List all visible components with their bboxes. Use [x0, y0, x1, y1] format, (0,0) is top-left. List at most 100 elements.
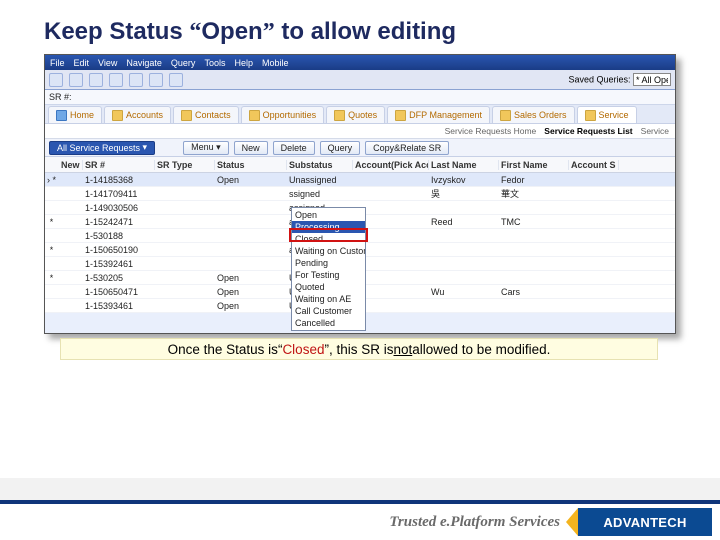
menu-help[interactable]: Help — [234, 58, 253, 68]
col-srtype[interactable]: SR Type — [155, 160, 215, 170]
col-lastname[interactable]: Last Name — [429, 160, 499, 170]
tab-label: Home — [70, 110, 94, 120]
cell: * — [45, 245, 59, 255]
status-option[interactable]: Waiting on Custome — [292, 245, 365, 257]
toolbar-icon[interactable] — [129, 73, 143, 87]
title-word: Open — [201, 18, 262, 45]
grid-header: New SR # SR Type Status Substatus Accoun… — [45, 157, 675, 173]
cell: ssigned — [287, 189, 353, 199]
cell: Unassigned — [287, 175, 353, 185]
menu-mobile[interactable]: Mobile — [262, 58, 289, 68]
cell: 華文 — [499, 187, 569, 200]
menu-button[interactable]: Menu ▾ — [183, 141, 229, 155]
menu-edit[interactable]: Edit — [74, 58, 90, 68]
opportunities-icon — [249, 110, 260, 121]
col-sr[interactable]: SR # — [83, 160, 155, 170]
dfp-icon — [395, 110, 406, 121]
logo-text: ADVANTECH — [603, 515, 686, 530]
menu-view[interactable]: View — [98, 58, 117, 68]
status-option[interactable]: Call Customer — [292, 305, 365, 317]
status-option[interactable]: Closed — [292, 233, 365, 245]
cell: Fedor — [499, 175, 569, 185]
menu-tools[interactable]: Tools — [204, 58, 225, 68]
cell: 1-150650471 — [83, 287, 155, 297]
col-accounts[interactable]: Account S — [569, 160, 619, 170]
status-dropdown[interactable]: Open Processing Closed Waiting on Custom… — [291, 207, 366, 331]
table-row[interactable]: › *1-14185368OpenUnassignedIvzyskovFedor — [45, 173, 675, 187]
tab-sales-orders[interactable]: Sales Orders — [492, 106, 575, 123]
menu-file[interactable]: File — [50, 58, 65, 68]
cell: Open — [215, 301, 287, 311]
note-text: , this SR is — [329, 342, 394, 357]
cell: Open — [215, 287, 287, 297]
query-button[interactable]: Query — [320, 141, 361, 155]
subnav-link[interactable]: Service Requests Home — [445, 126, 537, 136]
accounts-icon — [112, 110, 123, 121]
table-row[interactable]: 1-141709411ssigned吳華文 — [45, 187, 675, 201]
tab-opportunities[interactable]: Opportunities — [241, 106, 325, 123]
status-option[interactable]: Waiting on AE — [292, 293, 365, 305]
toolbar-icon[interactable] — [69, 73, 83, 87]
subnav-link[interactable]: Service — [641, 126, 669, 136]
subnav-link-active[interactable]: Service Requests List — [544, 126, 632, 136]
tab-accounts[interactable]: Accounts — [104, 106, 171, 123]
toolbar-icon[interactable] — [89, 73, 103, 87]
menu-navigate[interactable]: Navigate — [126, 58, 162, 68]
tab-label: Accounts — [126, 110, 163, 120]
menu-query[interactable]: Query — [171, 58, 196, 68]
new-button[interactable]: New — [234, 141, 268, 155]
quote-close: ” — [263, 19, 275, 45]
saved-queries: Saved Queries: — [568, 73, 671, 86]
sr-filter-row: SR #: — [45, 90, 675, 105]
cell: * — [45, 273, 59, 283]
tab-label: DFP Management — [409, 110, 482, 120]
col-account[interactable]: Account(Pick Acc — [353, 160, 429, 170]
cell: TMC — [499, 217, 569, 227]
cell: 1-149030506 — [83, 203, 155, 213]
tab-home[interactable]: Home — [48, 106, 102, 123]
tab-service[interactable]: Service — [577, 106, 637, 123]
note-closed: Closed — [282, 342, 324, 357]
cell: 1-141709411 — [83, 189, 155, 199]
toolbar-icon[interactable] — [49, 73, 63, 87]
crm-menubar: File Edit View Navigate Query Tools Help… — [45, 55, 675, 70]
col-new[interactable]: New — [59, 160, 83, 170]
toolbar-icon[interactable] — [169, 73, 183, 87]
sr-label: SR #: — [49, 92, 72, 102]
footer-tagline: Trusted e.Platform Services — [389, 514, 560, 531]
quotes-icon — [334, 110, 345, 121]
saved-queries-input[interactable] — [633, 73, 671, 86]
note-text: allowed to be modified. — [412, 342, 550, 357]
cell: Wu — [429, 287, 499, 297]
tab-label: Contacts — [195, 110, 231, 120]
crm-actionbar: All Service Requests ▾ Menu ▾ New Delete… — [45, 139, 675, 157]
copy-relate-button[interactable]: Copy&Relate SR — [365, 141, 449, 155]
tab-dfp[interactable]: DFP Management — [387, 106, 490, 123]
status-option[interactable]: Quoted — [292, 281, 365, 293]
cell: Open — [215, 273, 287, 283]
view-selector[interactable]: All Service Requests ▾ — [49, 141, 155, 155]
crm-tabs: Home Accounts Contacts Opportunities Quo… — [45, 105, 675, 124]
tab-contacts[interactable]: Contacts — [173, 106, 239, 123]
toolbar-icon[interactable] — [109, 73, 123, 87]
home-icon — [56, 110, 67, 121]
status-option[interactable]: Open — [292, 209, 365, 221]
cell: * — [45, 217, 59, 227]
status-option[interactable]: Processing — [292, 221, 365, 233]
advantech-logo: ADVANTECH — [578, 508, 712, 536]
crm-screenshot: File Edit View Navigate Query Tools Help… — [44, 54, 676, 334]
col-status[interactable]: Status — [215, 160, 287, 170]
tab-quotes[interactable]: Quotes — [326, 106, 385, 123]
cell: 1-530205 — [83, 273, 155, 283]
cell: 1-15242471 — [83, 217, 155, 227]
col-substatus[interactable]: Substatus — [287, 160, 353, 170]
status-option[interactable]: Cancelled — [292, 317, 365, 329]
cell: 1-530188 — [83, 231, 155, 241]
cell: Cars — [499, 287, 569, 297]
cell: 1-15393461 — [83, 301, 155, 311]
status-option[interactable]: For Testing — [292, 269, 365, 281]
col-firstname[interactable]: First Name — [499, 160, 569, 170]
status-option[interactable]: Pending — [292, 257, 365, 269]
toolbar-icon[interactable] — [149, 73, 163, 87]
delete-button[interactable]: Delete — [273, 141, 315, 155]
